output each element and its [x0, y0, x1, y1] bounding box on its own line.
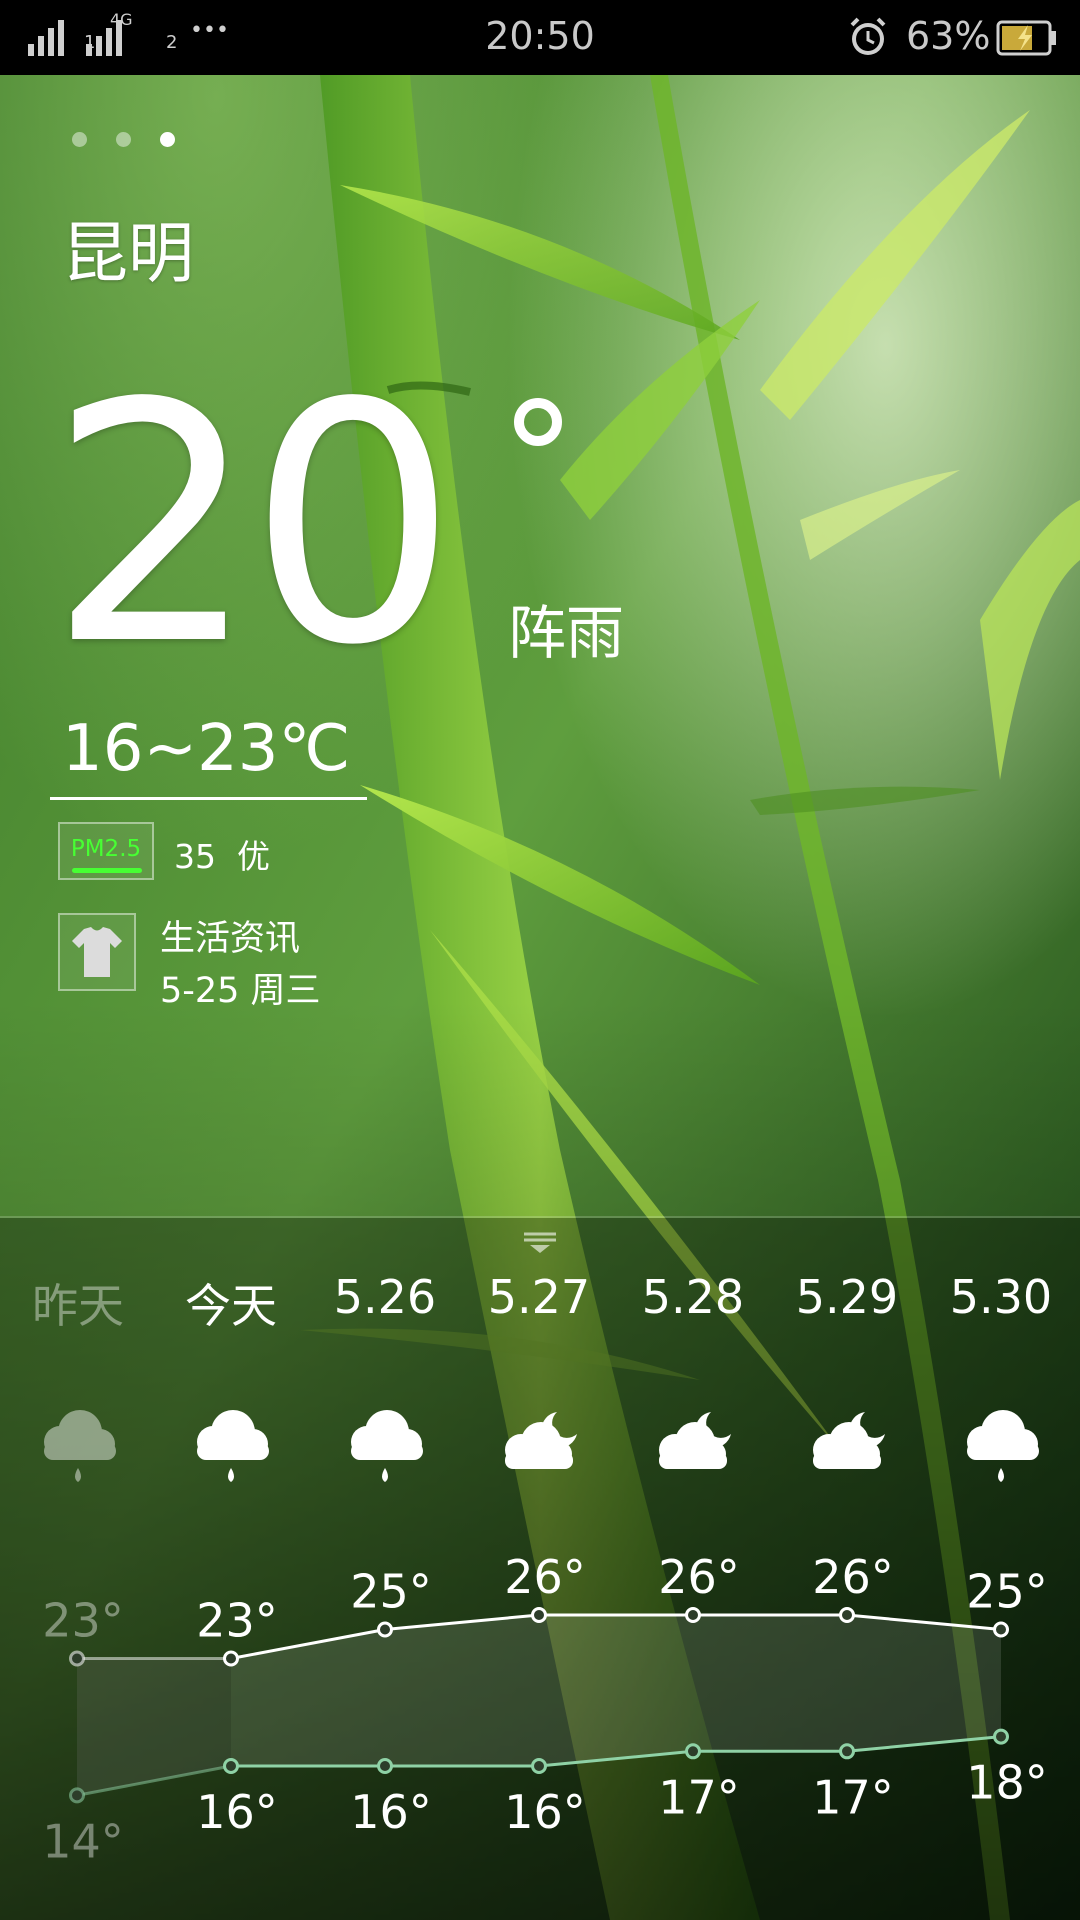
rain-cloud-icon [967, 1410, 1039, 1482]
high-temperature-label: 25° [966, 1565, 1048, 1619]
drag-handle-icon[interactable] [521, 1228, 559, 1256]
forecast-day[interactable]: 今天 [171, 1270, 291, 1336]
rain-cloud-icon [351, 1410, 423, 1482]
past-band [77, 1658, 231, 1796]
high-temperature-label: 26° [658, 1550, 740, 1604]
life-info-date: 5-25 周三 [160, 971, 321, 1011]
low-temperature-label: 16° [504, 1785, 586, 1839]
temperature-trend-chart: 23° 14° 23° 16° 25° 16° 26° 16° 26° 17° 26° 17° 25° 1… [42, 1550, 1048, 1868]
forecast-day[interactable]: 5.29 [787, 1270, 907, 1324]
page-dot-active[interactable] [160, 132, 175, 147]
life-info-title[interactable]: 生活资讯 [160, 910, 300, 961]
high-point [993, 1621, 1009, 1638]
high-point [223, 1650, 239, 1667]
high-temperature-label: 25° [350, 1565, 432, 1619]
high-temperature-label: 26° [504, 1550, 586, 1604]
forecast-panel-divider [0, 1216, 1080, 1218]
pm25-value: 35 [174, 837, 216, 876]
forecast-day[interactable]: 5.27 [479, 1270, 599, 1324]
low-point [839, 1743, 855, 1760]
pm25-label: PM2.5 [70, 836, 142, 862]
low-temperature-label: 16° [196, 1785, 278, 1839]
forecast-day[interactable]: 5.30 [941, 1270, 1061, 1324]
life-info-button[interactable] [58, 913, 136, 991]
high-point [839, 1607, 855, 1623]
range-divider [50, 797, 367, 800]
forecast-day[interactable]: 昨天 [18, 1270, 138, 1336]
pm25-level: 优 [236, 837, 270, 876]
low-point [531, 1758, 547, 1774]
high-point [685, 1607, 701, 1623]
page-dot[interactable] [72, 132, 87, 147]
high-point [377, 1621, 393, 1638]
tshirt-icon [72, 927, 122, 977]
pm25-reading[interactable]: 35 优 [174, 830, 270, 878]
rain-cloud-icon [44, 1410, 116, 1482]
partly-cloudy-night-icon [813, 1412, 885, 1469]
low-temperature-label: 16° [350, 1785, 432, 1839]
low-point [685, 1743, 701, 1760]
low-point [69, 1787, 85, 1804]
page-indicator[interactable] [72, 132, 204, 151]
status-bar: 1 4G 2 ••• 20:50 63% [0, 0, 1080, 75]
pm25-badge[interactable]: PM2.5 [58, 822, 154, 880]
current-temperature: 20 [48, 333, 458, 717]
forecast-day[interactable]: 5.28 [633, 1270, 753, 1324]
high-temperature-label: 23° [196, 1594, 278, 1648]
partly-cloudy-night-icon [659, 1412, 731, 1469]
battery-charging-icon [996, 20, 1056, 56]
high-point [69, 1650, 85, 1667]
high-temperature-label: 23° [42, 1594, 124, 1648]
pm25-level-bar [72, 868, 142, 873]
low-point [993, 1728, 1009, 1745]
weather-condition: 阵雨 [508, 599, 625, 667]
low-temperature-label: 17° [658, 1770, 740, 1824]
low-temperature-label: 18° [966, 1756, 1048, 1810]
low-temperature-label: 17° [812, 1770, 894, 1824]
low-temperature-label: 14° [42, 1814, 124, 1868]
low-point [377, 1758, 393, 1774]
alarm-icon [850, 17, 886, 55]
degree-symbol [514, 398, 562, 446]
partly-cloudy-night-icon [505, 1412, 577, 1469]
city-name[interactable]: 昆明 [62, 200, 194, 296]
rain-cloud-icon [197, 1410, 269, 1482]
temperature-range: 16~23℃ [62, 712, 351, 786]
forecast-days-row: 昨天 今天 5.26 5.27 5.28 5.29 5.30 [0, 1270, 1080, 1333]
forecast-day[interactable]: 5.26 [325, 1270, 445, 1324]
low-point [223, 1758, 239, 1774]
battery-percent: 63% [906, 14, 991, 58]
high-temperature-label: 26° [812, 1550, 894, 1604]
high-point [531, 1607, 547, 1623]
page-dot[interactable] [116, 132, 131, 147]
